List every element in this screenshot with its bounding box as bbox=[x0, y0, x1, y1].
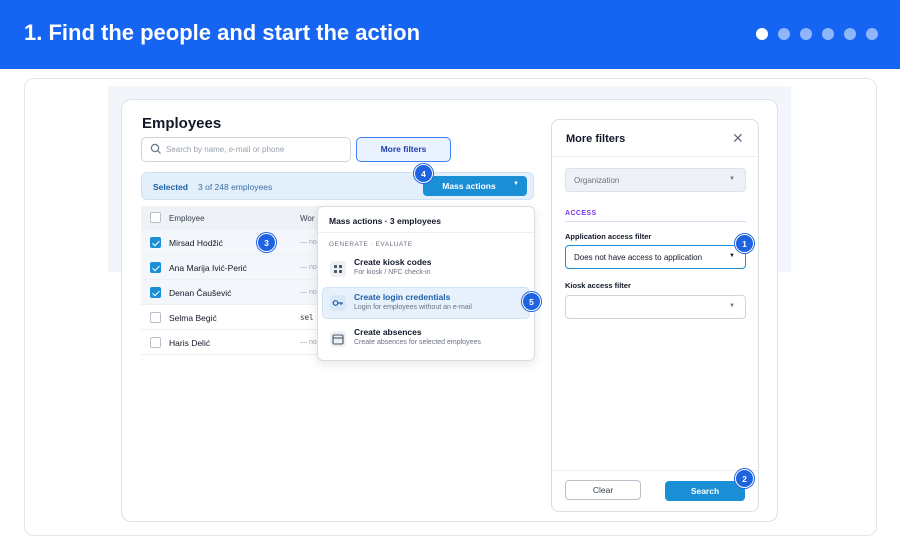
table-row[interactable]: Haris Delić — no bbox=[141, 330, 321, 355]
app-access-label: Application access filter bbox=[565, 232, 652, 241]
menu-group-label: GENERATE · EVALUATE bbox=[329, 241, 413, 248]
row-value: — no bbox=[300, 289, 317, 296]
banner-title: 1. Find the people and start the action bbox=[24, 20, 421, 45]
organization-value: Organization bbox=[574, 176, 620, 185]
step-dot[interactable] bbox=[844, 28, 856, 40]
app-access-value: Does not have access to application bbox=[574, 253, 703, 262]
panel-footer-divider bbox=[552, 470, 758, 471]
kiosk-access-label: Kiosk access filter bbox=[565, 281, 631, 290]
table-row[interactable]: Ana Marija Ivić-Perić — no bbox=[141, 255, 321, 280]
search-input[interactable]: Search by name, e-mail or phone bbox=[141, 137, 351, 162]
calendar-icon bbox=[330, 331, 346, 347]
key-icon bbox=[330, 295, 346, 311]
menu-item-create-login-credentials[interactable]: Create login credentials Login for emplo… bbox=[322, 287, 530, 319]
step-dot[interactable] bbox=[756, 28, 768, 40]
panel-divider bbox=[552, 156, 758, 157]
chevron-down-icon: ▼ bbox=[729, 303, 735, 309]
employee-name: Denan Čaušević bbox=[169, 288, 232, 298]
column-header-work: Wor bbox=[300, 214, 315, 223]
more-filters-panel: More filters ✕ Organization ▼ ACCESS App… bbox=[551, 119, 759, 512]
row-checkbox[interactable] bbox=[150, 312, 161, 323]
access-section-heading: ACCESS bbox=[565, 210, 597, 217]
select-all-checkbox[interactable] bbox=[150, 212, 161, 223]
chevron-down-icon: ▼ bbox=[513, 181, 519, 187]
row-value: sel bbox=[300, 313, 314, 322]
row-checkbox[interactable] bbox=[150, 287, 161, 298]
row-value: — no bbox=[300, 239, 317, 246]
step-dot[interactable] bbox=[800, 28, 812, 40]
mass-actions-button[interactable]: Mass actions ▼ bbox=[423, 176, 527, 196]
table-row[interactable]: Denan Čaušević — no bbox=[141, 280, 321, 305]
step-badge-2: 2 bbox=[735, 469, 754, 488]
menu-item-subtitle: Login for employees without an e-mail bbox=[354, 304, 472, 311]
menu-item-subtitle: Create absences for selected employees bbox=[354, 339, 481, 346]
menu-title: Mass actions · 3 employees bbox=[329, 216, 441, 226]
step-badge-4: 4 bbox=[414, 164, 433, 183]
page-title: Employees bbox=[142, 115, 222, 132]
menu-divider bbox=[318, 232, 534, 233]
column-header-employee: Employee bbox=[169, 214, 205, 223]
organization-select[interactable]: Organization ▼ bbox=[565, 168, 746, 192]
section-divider bbox=[565, 221, 746, 222]
chevron-down-icon: ▼ bbox=[729, 176, 735, 182]
menu-item-subtitle: For kiosk / NFC check-in bbox=[354, 269, 431, 276]
more-filters-button[interactable]: More filters bbox=[356, 137, 451, 162]
menu-item-title: Create login credentials bbox=[354, 292, 451, 302]
selected-label: Selected bbox=[153, 182, 188, 192]
mass-actions-label: Mass actions bbox=[442, 181, 496, 191]
menu-item-create-kiosk-codes[interactable]: Create kiosk codes For kiosk / NFC check… bbox=[322, 253, 530, 285]
step-badge-1: 1 bbox=[735, 234, 754, 253]
step-dot[interactable] bbox=[822, 28, 834, 40]
employee-name: Ana Marija Ivić-Perić bbox=[169, 263, 247, 273]
grid-icon bbox=[330, 261, 346, 277]
table-row[interactable]: Mirsad Hodžić — no bbox=[141, 230, 321, 255]
app-access-select[interactable]: Does not have access to application ▼ bbox=[565, 245, 746, 269]
row-checkbox[interactable] bbox=[150, 337, 161, 348]
menu-item-title: Create kiosk codes bbox=[354, 257, 432, 267]
menu-item-create-absences[interactable]: Create absences Create absences for sele… bbox=[322, 323, 530, 355]
search-button[interactable]: Search bbox=[665, 481, 745, 501]
employee-name: Mirsad Hodžić bbox=[169, 238, 223, 248]
header-banner: 1. Find the people and start the action bbox=[0, 0, 900, 69]
step-indicator bbox=[756, 28, 878, 40]
clear-button[interactable]: Clear bbox=[565, 480, 641, 500]
step-badge-5: 5 bbox=[522, 292, 541, 311]
search-placeholder: Search by name, e-mail or phone bbox=[166, 145, 285, 154]
mass-actions-menu: Mass actions · 3 employees GENERATE · EV… bbox=[317, 206, 535, 361]
chevron-down-icon: ▼ bbox=[729, 253, 735, 259]
employee-name: Selma Begić bbox=[169, 313, 217, 323]
employee-name: Haris Delić bbox=[169, 338, 211, 348]
row-value: — no bbox=[300, 339, 317, 346]
selected-count: 3 of 248 employees bbox=[198, 182, 273, 192]
table-row[interactable]: Selma Begić sel bbox=[141, 305, 321, 330]
table-header: Employee Wor bbox=[141, 206, 321, 230]
search-icon bbox=[150, 143, 161, 154]
kiosk-access-select[interactable]: ▼ bbox=[565, 295, 746, 319]
close-icon[interactable]: ✕ bbox=[732, 130, 744, 147]
panel-title: More filters bbox=[566, 133, 626, 145]
menu-item-title: Create absences bbox=[354, 327, 422, 337]
step-badge-3: 3 bbox=[257, 233, 276, 252]
row-checkbox[interactable] bbox=[150, 237, 161, 248]
step-dot[interactable] bbox=[778, 28, 790, 40]
row-checkbox[interactable] bbox=[150, 262, 161, 273]
row-value: — no bbox=[300, 264, 317, 271]
step-dot[interactable] bbox=[866, 28, 878, 40]
